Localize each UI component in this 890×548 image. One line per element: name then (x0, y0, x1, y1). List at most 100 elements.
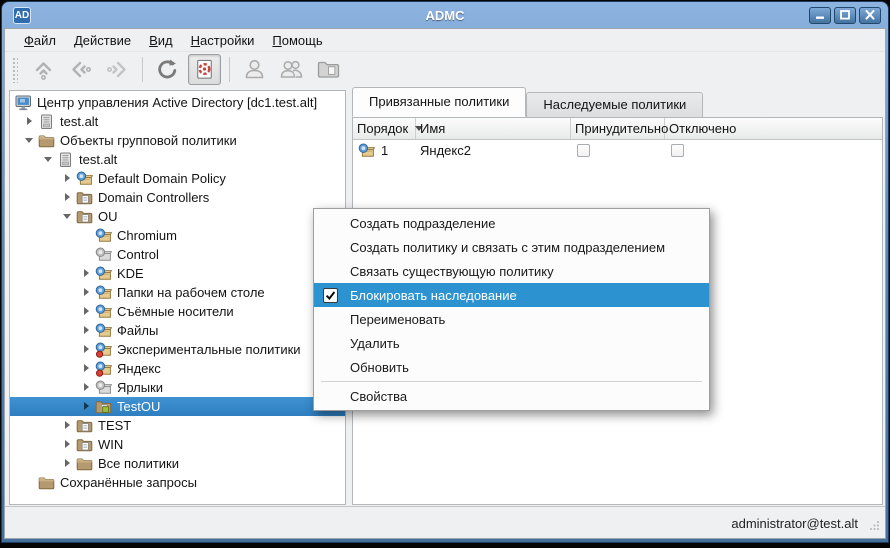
expand-arrow-icon[interactable] (62, 169, 75, 188)
context-menu-item[interactable]: Блокировать наследование (314, 283, 709, 307)
policy-table-header: Порядок Имя Принудительно Отключено (353, 118, 882, 140)
tree-item[interactable]: Сохранённые запросы (10, 473, 345, 492)
column-header[interactable]: Отключено (665, 118, 882, 139)
expand-arrow-icon[interactable] (62, 435, 75, 454)
expander-slot (81, 226, 94, 245)
go-forward-button[interactable] (101, 54, 134, 85)
tree-item[interactable]: Экспериментальные политики (10, 340, 345, 359)
expand-arrow-icon[interactable] (81, 321, 94, 340)
collapse-arrow-icon[interactable] (24, 131, 37, 150)
menubar: ФайлДействиеВидНастройкиПомощь (5, 29, 885, 52)
tree-item-label: TestOU (117, 399, 160, 414)
tree-item[interactable]: Control (10, 245, 345, 264)
context-menu-item-label: Свойства (350, 389, 407, 404)
toolbar (5, 52, 885, 87)
tree-item[interactable]: Ярлыки (10, 378, 345, 397)
tree-item[interactable]: Default Domain Policy (10, 169, 345, 188)
expand-arrow-icon[interactable] (24, 112, 37, 131)
go-up-button[interactable] (27, 54, 60, 85)
tree-item[interactable]: Файлы (10, 321, 345, 340)
tree-item[interactable]: WIN (10, 435, 345, 454)
users-button[interactable] (275, 54, 308, 85)
context-menu-item[interactable]: Свойства (314, 384, 709, 408)
expand-arrow-icon[interactable] (81, 397, 94, 416)
expand-arrow-icon[interactable] (62, 416, 75, 435)
collapse-arrow-icon[interactable] (43, 150, 56, 169)
gpo-icon (95, 285, 112, 301)
tree-item[interactable]: Chromium (10, 226, 345, 245)
disabled-checkbox[interactable] (671, 144, 684, 157)
gpo-red-icon (95, 342, 112, 358)
expand-arrow-icon[interactable] (62, 454, 75, 473)
menu-файл[interactable]: Файл (15, 30, 65, 51)
enforced-checkbox[interactable] (577, 144, 590, 157)
ou-blocked-icon (95, 399, 112, 415)
tree-item-label: test.alt (60, 114, 98, 129)
context-menu-item[interactable]: Создать политику и связать с этим подраз… (314, 235, 709, 259)
gpo-icon (76, 171, 93, 187)
tree-item[interactable]: OU (10, 207, 345, 226)
go-back-button[interactable] (64, 54, 97, 85)
column-label: Отключено (669, 121, 736, 136)
refresh-icon (154, 56, 181, 83)
maximize-button[interactable] (834, 7, 856, 24)
tree-item[interactable]: Domain Controllers (10, 188, 345, 207)
minimize-icon (814, 10, 826, 20)
minimize-button[interactable] (809, 7, 831, 24)
context-menu-item[interactable]: Удалить (314, 331, 709, 355)
tree-item-label: Объекты групповой политики (60, 133, 237, 148)
tree-item[interactable]: Все политики (10, 454, 345, 473)
expand-arrow-icon[interactable] (81, 378, 94, 397)
menu-вид[interactable]: Вид (140, 30, 182, 51)
context-menu-item[interactable]: Связать существующую политику (314, 259, 709, 283)
tree-item[interactable]: Папки на рабочем столе (10, 283, 345, 302)
tab-linked-policies[interactable]: Привязанные политики (352, 87, 526, 117)
expand-arrow-icon[interactable] (81, 302, 94, 321)
context-menu-item-label: Обновить (350, 360, 409, 375)
refresh-button[interactable] (151, 54, 184, 85)
expand-arrow-icon[interactable] (81, 340, 94, 359)
collapse-arrow-icon[interactable] (62, 207, 75, 226)
context-menu-item[interactable]: Обновить (314, 355, 709, 379)
expand-arrow-icon[interactable] (81, 359, 94, 378)
app-icon: AD (13, 7, 31, 24)
folder-icon (38, 133, 55, 149)
column-label: Имя (420, 121, 445, 136)
user-button[interactable] (238, 54, 271, 85)
tree-item[interactable]: test.alt (10, 150, 345, 169)
menu-настройки[interactable]: Настройки (182, 30, 264, 51)
tree-item[interactable]: Объекты групповой политики (10, 131, 345, 150)
toolbar-drag-handle[interactable] (12, 57, 18, 83)
close-button[interactable] (859, 7, 881, 24)
tab-label: Привязанные политики (369, 94, 509, 109)
tree-item-label: KDE (117, 266, 144, 281)
expander-slot (24, 473, 37, 492)
check-policies-button[interactable] (188, 54, 221, 85)
policy-row[interactable]: 1Яндекс2 (353, 140, 882, 161)
column-header[interactable]: Имя (416, 118, 571, 139)
tab-inherited-policies[interactable]: Наследуемые политики (526, 92, 703, 117)
context-menu-item[interactable]: Переименовать (314, 307, 709, 331)
tree-item[interactable]: Центр управления Active Directory [dc1.t… (10, 93, 345, 112)
tree-item[interactable]: KDE (10, 264, 345, 283)
column-header[interactable]: Принудительно (571, 118, 665, 139)
resize-grip-icon[interactable] (869, 519, 880, 534)
titlebar[interactable]: AD ADMC (4, 2, 886, 28)
tree-item-label: Экспериментальные политики (117, 342, 301, 357)
column-header[interactable]: Порядок (353, 118, 416, 139)
expand-arrow-icon[interactable] (62, 188, 75, 207)
expand-arrow-icon[interactable] (81, 264, 94, 283)
gpo-icon (95, 304, 112, 320)
context-menu-item[interactable]: Создать подразделение (314, 211, 709, 235)
tab-label: Наследуемые политики (543, 97, 686, 112)
tree-item[interactable]: Яндекс (10, 359, 345, 378)
policy-folder-button[interactable] (312, 54, 345, 85)
menu-помощь[interactable]: Помощь (263, 30, 331, 51)
menu-действие[interactable]: Действие (65, 30, 140, 51)
policy-check-icon (192, 57, 217, 82)
tree-item[interactable]: TEST (10, 416, 345, 435)
tree-item[interactable]: Съёмные носители (10, 302, 345, 321)
expand-arrow-icon[interactable] (81, 283, 94, 302)
tree-item[interactable]: test.alt (10, 112, 345, 131)
tree-item[interactable]: TestOU (10, 397, 345, 416)
